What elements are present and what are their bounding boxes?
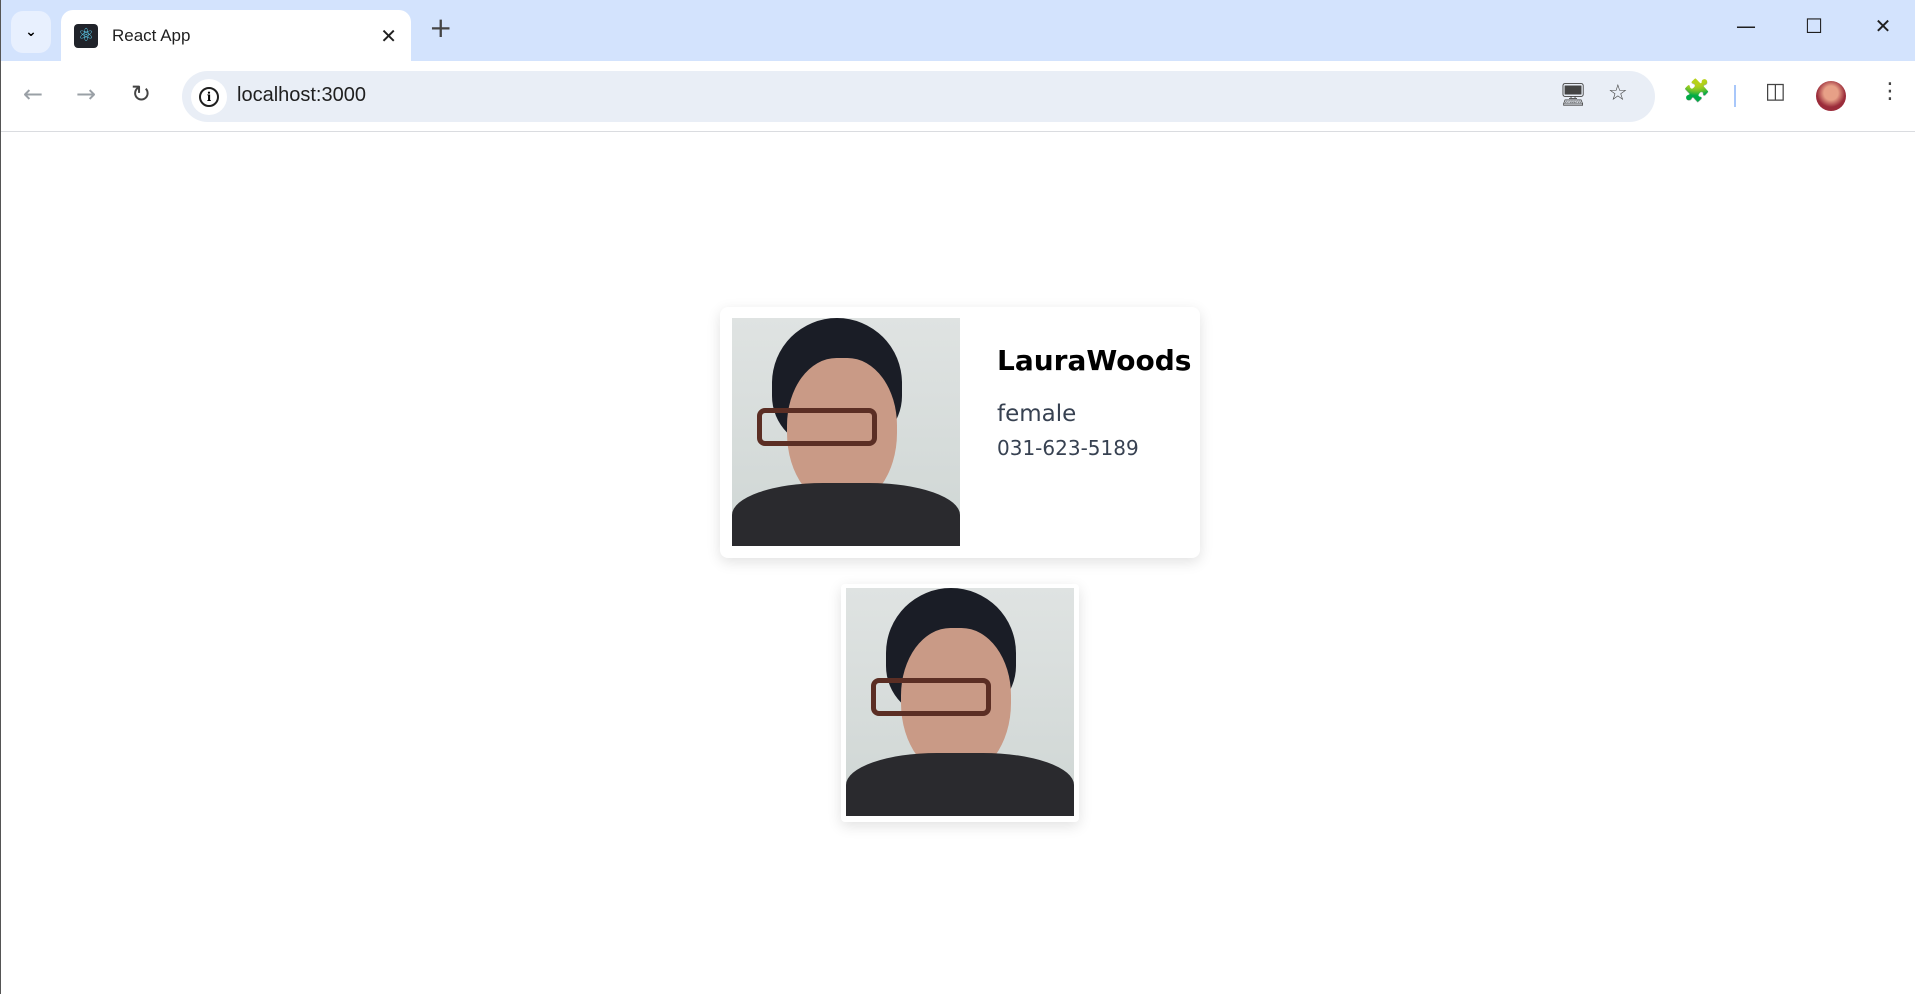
profile-gender: female xyxy=(997,401,1077,427)
install-app-icon[interactable]: 🖥 xyxy=(1559,83,1587,108)
side-panel-icon[interactable]: ◫ xyxy=(1765,79,1786,104)
minimize-button[interactable]: — xyxy=(1726,14,1766,38)
profile-avatar[interactable] xyxy=(1816,81,1846,111)
close-tab-icon[interactable]: ✕ xyxy=(380,24,397,48)
tab-search-button[interactable]: ⌄ xyxy=(11,11,51,53)
bookmark-star-icon[interactable]: ☆ xyxy=(1608,81,1628,106)
profile-photo-large xyxy=(846,588,1074,816)
profile-name: LauraWoods xyxy=(997,344,1192,377)
react-favicon-icon: ⚛ xyxy=(74,23,98,48)
tab-title: React App xyxy=(112,25,191,45)
window-close-button[interactable]: ✕ xyxy=(1863,14,1903,38)
extensions-icon[interactable]: 🧩 xyxy=(1683,79,1710,104)
chevron-down-icon: ⌄ xyxy=(25,24,37,40)
reload-icon[interactable]: ↻ xyxy=(131,80,151,108)
profile-phone: 031-623-5189 xyxy=(997,436,1139,460)
profile-photo xyxy=(732,318,960,546)
address-bar[interactable]: i localhost:3000 🖥 ☆ xyxy=(182,71,1655,122)
site-info-icon[interactable]: i xyxy=(191,79,227,115)
tab-react-app[interactable]: ⚛ React App ✕ xyxy=(61,10,411,61)
maximize-button[interactable]: ☐ xyxy=(1794,14,1834,38)
toolbar-divider xyxy=(1734,85,1736,107)
url-text[interactable]: localhost:3000 xyxy=(237,84,366,107)
back-icon[interactable]: ← xyxy=(23,80,43,108)
forward-icon[interactable]: → xyxy=(76,80,96,108)
menu-icon[interactable]: ⋮ xyxy=(1879,79,1901,104)
new-tab-button[interactable]: + xyxy=(429,14,452,42)
browser-toolbar: ← → ↻ i localhost:3000 🖥 ☆ 🧩 ◫ ⋮ xyxy=(1,61,1915,132)
tab-strip: ⌄ ⚛ React App ✕ + — ☐ ✕ xyxy=(1,0,1915,61)
